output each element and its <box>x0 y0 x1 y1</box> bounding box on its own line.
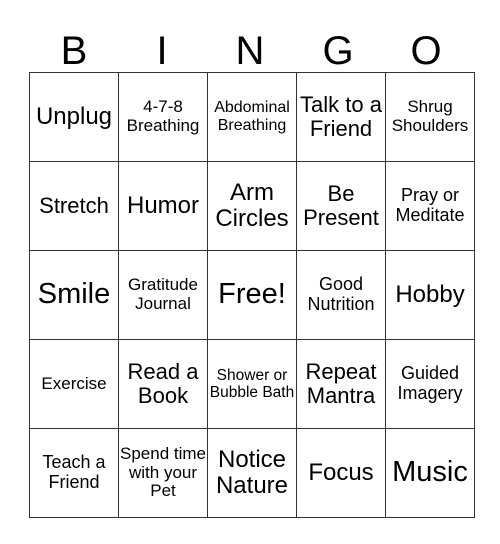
bingo-cell[interactable]: Guided Imagery <box>385 339 475 429</box>
free-cell[interactable]: Free! <box>207 250 297 340</box>
grid-row: Smile Gratitude Journal Free! Good Nutri… <box>29 250 475 340</box>
bingo-cell[interactable]: Exercise <box>29 339 119 429</box>
header-letter-o: O <box>410 29 442 73</box>
bingo-cell[interactable]: Spend time with your Pet <box>118 428 208 518</box>
bingo-cell[interactable]: Stretch <box>29 161 119 251</box>
grid-row: Unplug 4-7-8 Breathing Abdominal Breathi… <box>29 72 475 162</box>
bingo-cell[interactable]: Good Nutrition <box>296 250 386 340</box>
bingo-cell[interactable]: Focus <box>296 428 386 518</box>
bingo-cell[interactable]: Unplug <box>29 72 119 162</box>
bingo-cell[interactable]: Humor <box>118 161 208 251</box>
bingo-cell[interactable]: Abdominal Breathing <box>207 72 297 162</box>
header-letter-n: N <box>235 29 265 73</box>
bingo-cell[interactable]: Teach a Friend <box>29 428 119 518</box>
bingo-cell[interactable]: 4-7-8 Breathing <box>118 72 208 162</box>
bingo-cell[interactable]: Read a Book <box>118 339 208 429</box>
bingo-cell[interactable]: Arm Circles <box>207 161 297 251</box>
bingo-cell[interactable]: Talk to a Friend <box>296 72 386 162</box>
header-letter-b: B <box>60 29 88 73</box>
header-letter-g: G <box>322 29 354 73</box>
bingo-grid: Unplug 4-7-8 Breathing Abdominal Breathi… <box>29 72 475 518</box>
grid-row: Exercise Read a Book Shower or Bubble Ba… <box>29 339 475 429</box>
bingo-cell[interactable]: Be Present <box>296 161 386 251</box>
bingo-cell[interactable]: Shrug Shoulders <box>385 72 475 162</box>
bingo-cell[interactable]: Gratitude Journal <box>118 250 208 340</box>
bingo-cell[interactable]: Hobby <box>385 250 475 340</box>
bingo-cell[interactable]: Music <box>385 428 475 518</box>
bingo-cell[interactable]: Notice Nature <box>207 428 297 518</box>
header-letter-i: I <box>156 29 168 73</box>
bingo-cell[interactable]: Pray or Meditate <box>385 161 475 251</box>
grid-row: Teach a Friend Spend time with your Pet … <box>29 428 475 518</box>
bingo-cell[interactable]: Smile <box>29 250 119 340</box>
bingo-header: B I N G O <box>30 30 470 72</box>
bingo-cell[interactable]: Shower or Bubble Bath <box>207 339 297 429</box>
grid-row: Stretch Humor Arm Circles Be Present Pra… <box>29 161 475 251</box>
bingo-cell[interactable]: Repeat Mantra <box>296 339 386 429</box>
